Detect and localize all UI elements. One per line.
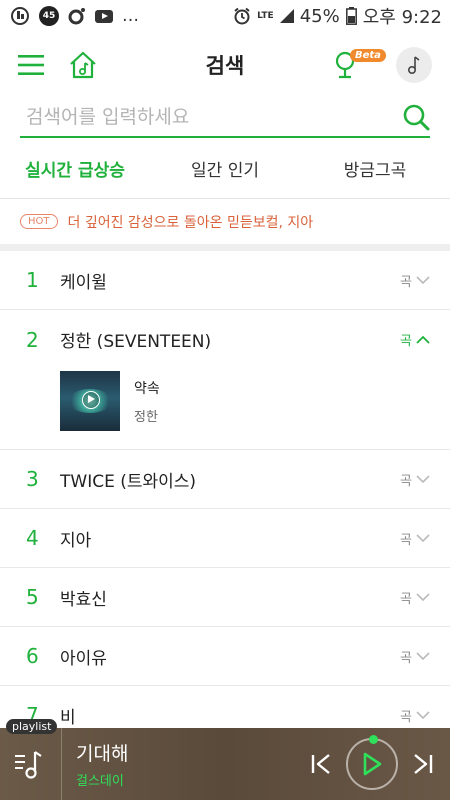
tab-realtime[interactable]: 실시간 급상승 — [0, 156, 150, 181]
list-item[interactable]: 1 케이윌 곡 — [0, 251, 450, 310]
status-icons-right: LTE 45% 오후 9:22 — [233, 3, 442, 29]
song-artist: 정한 — [134, 409, 158, 425]
item-type-toggle[interactable]: 곡 — [400, 271, 430, 290]
expanded-list-item: 2 정한 (SEVENTEEN) 곡 약속 정한 — [0, 310, 450, 450]
item-type-label: 곡 — [400, 650, 412, 666]
network-type: LTE — [257, 10, 274, 21]
song-detail[interactable]: 약속 정한 — [0, 369, 450, 449]
next-icon[interactable] — [412, 753, 434, 775]
beta-badge: Beta — [350, 49, 386, 62]
tab-just-now[interactable]: 방금그곡 — [300, 156, 450, 181]
battery-icon — [345, 7, 357, 25]
progress-dot[interactable] — [369, 735, 378, 744]
playlist-tag: playlist — [6, 719, 58, 734]
artist-name: 지아 — [60, 530, 92, 551]
app-notification-icon — [11, 7, 29, 25]
artist-name: 케이윌 — [60, 272, 107, 293]
item-type-label: 곡 — [400, 709, 412, 725]
chart-tabs: 실시간 급상승 일간 인기 방금그곡 — [0, 138, 450, 198]
chevron-down-icon — [416, 474, 430, 483]
now-playing-button[interactable] — [396, 47, 432, 83]
item-type-toggle[interactable]: 곡 — [400, 588, 430, 607]
now-playing-title: 기대해 — [76, 743, 129, 765]
chevron-down-icon — [416, 651, 430, 660]
artist-name: 박효신 — [60, 589, 107, 610]
clock: 오후 9:22 — [362, 7, 442, 28]
rank-number: 6 — [26, 644, 39, 668]
rank-number: 4 — [26, 526, 39, 550]
item-type-label: 곡 — [400, 532, 412, 548]
chevron-down-icon — [416, 275, 430, 284]
play-button[interactable] — [346, 735, 398, 790]
playlist-button[interactable] — [0, 728, 62, 800]
chevron-down-icon — [416, 710, 430, 719]
item-type-label: 곡 — [400, 334, 412, 349]
rank-number: 2 — [26, 327, 39, 352]
item-type-toggle[interactable]: 곡 — [400, 529, 430, 548]
app-header: 검색 Beta — [0, 32, 450, 98]
item-type-label: 곡 — [400, 591, 412, 607]
playback-controls — [310, 735, 450, 790]
item-type-label: 곡 — [400, 473, 412, 489]
hot-banner[interactable]: HOT 더 깊어진 감성으로 돌아온 믿듣보컬, 지아 — [0, 198, 450, 244]
alarm-icon — [234, 7, 250, 25]
notification-count-badge: 45 — [39, 6, 59, 26]
artist-name: 아이유 — [60, 648, 107, 669]
search-icon[interactable] — [402, 103, 430, 131]
voice-search-beta-button[interactable]: Beta — [334, 49, 386, 81]
playlist-icon — [14, 751, 42, 779]
list-item[interactable]: 2 정한 (SEVENTEEN) 곡 — [0, 310, 450, 369]
chevron-down-icon — [416, 533, 430, 542]
signal-icon — [279, 9, 294, 23]
item-type-toggle[interactable]: 곡 — [400, 706, 430, 725]
item-type-toggle[interactable]: 곡 — [400, 330, 430, 349]
rank-number: 1 — [26, 268, 39, 292]
hot-headline: 더 깊어진 감성으로 돌아온 믿듣보컬, 지아 — [67, 214, 314, 231]
search-input[interactable] — [20, 106, 380, 128]
chevron-down-icon — [416, 592, 430, 601]
artist-name: TWICE (트와이스) — [60, 471, 197, 492]
now-playing-artist: 걸스데이 — [76, 774, 124, 789]
rank-number: 3 — [26, 467, 39, 491]
chevron-up-icon — [416, 335, 430, 344]
item-type-label: 곡 — [400, 274, 412, 290]
artist-name: 비 — [60, 707, 76, 728]
menu-icon[interactable] — [18, 54, 44, 76]
list-item[interactable]: 3 TWICE (트와이스) 곡 — [0, 450, 450, 509]
artist-name: 정한 (SEVENTEEN) — [60, 332, 212, 352]
album-art[interactable] — [60, 371, 120, 431]
home-icon[interactable] — [68, 51, 98, 79]
status-bar: 45 … LTE 45% 오후 9:22 — [0, 0, 450, 32]
battery-percent: 45% — [299, 5, 340, 27]
previous-icon[interactable] — [310, 753, 332, 775]
play-icon — [363, 752, 382, 776]
music-notification-icon — [68, 8, 85, 25]
ranking-list: 1 케이윌 곡 2 정한 (SEVENTEEN) 곡 약속 정한 3 TWICE… — [0, 251, 450, 745]
rank-number: 5 — [26, 585, 39, 609]
item-type-toggle[interactable]: 곡 — [400, 647, 430, 666]
search-bar — [20, 98, 430, 138]
hot-badge: HOT — [20, 214, 58, 229]
song-title: 약속 — [134, 380, 160, 397]
now-playing-info[interactable]: 기대해 걸스데이 — [62, 739, 310, 789]
list-item[interactable]: 6 아이유 곡 — [0, 627, 450, 686]
section-divider — [0, 244, 450, 251]
mini-player: playlist 기대해 걸스데이 — [0, 719, 450, 800]
more-notifications-icon: … — [122, 6, 139, 26]
tab-daily[interactable]: 일간 인기 — [150, 156, 300, 181]
list-item[interactable]: 4 지아 곡 — [0, 509, 450, 568]
play-icon — [82, 391, 100, 409]
list-item[interactable]: 5 박효신 곡 — [0, 568, 450, 627]
music-note-icon — [407, 56, 420, 75]
song-info: 약속 정한 — [134, 378, 160, 425]
item-type-toggle[interactable]: 곡 — [400, 470, 430, 489]
status-icons-left: 45 … — [10, 6, 139, 26]
youtube-icon — [95, 9, 113, 23]
